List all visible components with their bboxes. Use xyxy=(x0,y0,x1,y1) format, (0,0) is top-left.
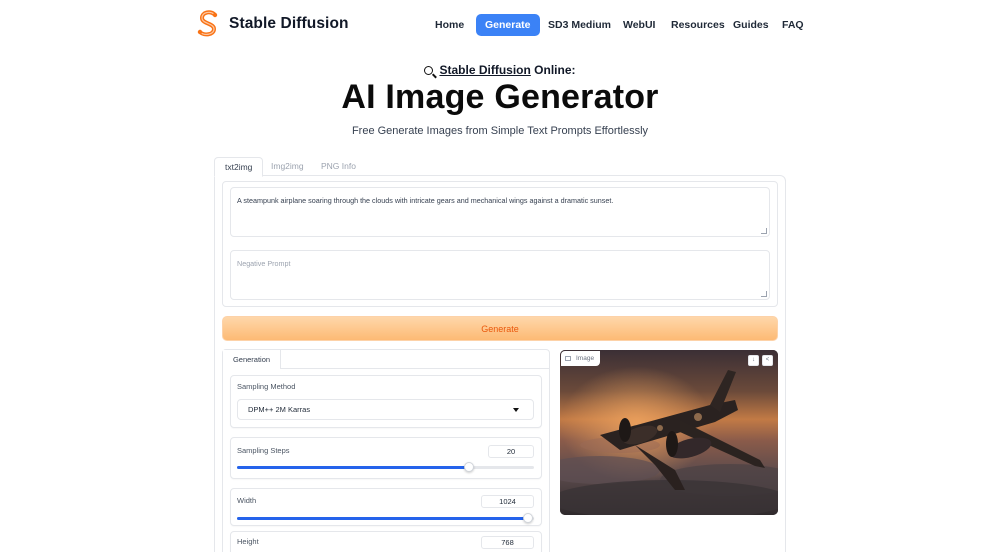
hero-kicker-suffix: Online: xyxy=(530,63,576,77)
negative-prompt-placeholder: Negative Prompt xyxy=(237,259,291,268)
nav-generate[interactable]: Generate xyxy=(476,14,540,36)
resize-handle-icon[interactable] xyxy=(761,291,767,297)
logo-s-icon xyxy=(197,10,218,37)
download-icon[interactable]: ↓ xyxy=(748,355,759,366)
page-subtitle: Free Generate Images from Simple Text Pr… xyxy=(351,125,649,137)
tab-generation[interactable]: Generation xyxy=(223,350,281,369)
image-icon xyxy=(565,356,571,361)
brand-logo[interactable]: Stable Diffusion xyxy=(196,10,349,38)
sampling-method-select[interactable]: DPM++ 2M Karras xyxy=(237,399,534,420)
height-label: Height xyxy=(237,537,259,546)
width-input[interactable]: 1024 xyxy=(481,495,534,508)
sampling-method-value: DPM++ 2M Karras xyxy=(248,405,311,414)
generate-button[interactable]: Generate xyxy=(222,316,778,341)
tab-txt2img[interactable]: txt2img xyxy=(214,157,264,177)
nav-sd3-medium[interactable]: SD3 Medium xyxy=(548,14,611,36)
width-thumb[interactable] xyxy=(523,513,534,523)
negative-prompt-input[interactable]: Negative Prompt xyxy=(230,250,770,300)
search-icon xyxy=(424,66,434,75)
top-navigation: Stable Diffusion Home Generate SD3 Mediu… xyxy=(0,0,1000,50)
nav-faq[interactable]: FAQ xyxy=(782,14,804,36)
nav-resources[interactable]: Resources xyxy=(671,14,725,36)
hero-kicker-link[interactable]: Stable Diffusion xyxy=(439,63,530,77)
sampling-steps-input[interactable]: 20 xyxy=(488,445,534,458)
tab-img2img[interactable]: Img2img xyxy=(261,157,314,177)
sampling-method-label: Sampling Method xyxy=(237,382,296,391)
tab-png-info[interactable]: PNG Info xyxy=(311,157,366,177)
generated-image[interactable] xyxy=(560,350,778,515)
brand-name: Stable Diffusion xyxy=(229,15,349,32)
resize-handle-icon[interactable] xyxy=(761,228,767,234)
tab-divider xyxy=(281,368,549,369)
nav-home[interactable]: Home xyxy=(435,14,464,36)
width-slider[interactable] xyxy=(237,513,534,523)
width-fill xyxy=(237,517,529,520)
height-input[interactable]: 768 xyxy=(481,536,534,549)
image-label: Image xyxy=(561,351,601,366)
page-title: AI Image Generator xyxy=(341,78,659,116)
nav-guides[interactable]: Guides xyxy=(733,14,769,36)
width-label: Width xyxy=(237,496,257,505)
prompt-text: A steampunk airplane soaring through the… xyxy=(237,196,614,205)
steampunk-airplane-image xyxy=(560,350,778,515)
sampling-steps-card xyxy=(230,437,542,479)
share-icon[interactable]: < xyxy=(762,355,773,366)
hero-kicker: Stable Diffusion Online: xyxy=(0,63,1000,77)
chevron-down-icon xyxy=(513,408,519,412)
sampling-steps-thumb[interactable] xyxy=(463,462,474,472)
prompt-input[interactable]: A steampunk airplane soaring through the… xyxy=(230,187,770,237)
sampling-steps-slider[interactable] xyxy=(237,462,534,472)
image-label-text: Image xyxy=(576,355,595,362)
nav-webui[interactable]: WebUI xyxy=(623,14,655,36)
sampling-steps-fill xyxy=(237,466,469,469)
sampling-steps-label: Sampling Steps xyxy=(237,446,290,455)
